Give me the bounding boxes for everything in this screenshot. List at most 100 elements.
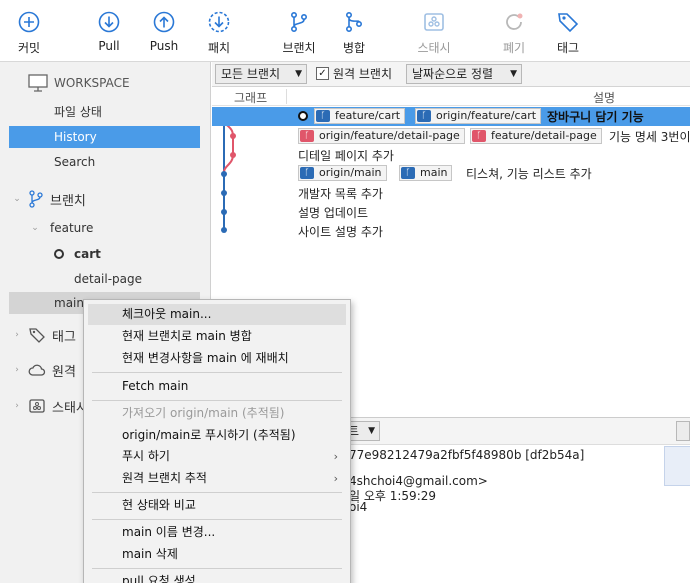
branch-icon: ᚴ — [472, 130, 486, 142]
menu-item-diff[interactable]: 현 상태와 비교 — [88, 495, 346, 516]
current-branch-icon — [54, 249, 64, 259]
remotes-label: 원격 — [52, 364, 76, 380]
branch-icon: ᚴ — [300, 167, 314, 179]
branch-tag[interactable]: ᚴ feature/cart — [314, 108, 406, 124]
chevron-down-icon: ▼ — [510, 69, 517, 79]
commit-row[interactable]: ᚴ feature/cart ᚴ origin/feature/cart 장바구니 … — [212, 107, 690, 126]
branch-icon: ᚴ — [300, 130, 314, 142]
commit-button[interactable]: 커밋 — [4, 10, 54, 56]
push-button[interactable]: Push — [139, 10, 189, 53]
merge-icon — [346, 11, 363, 32]
fetch-icon — [208, 11, 230, 33]
column-divider[interactable] — [286, 89, 287, 104]
commit-row[interactable]: 개발자 목록 추가 — [212, 184, 690, 203]
discard-button[interactable]: 폐기 — [489, 10, 539, 56]
menu-item-pull-tracked[interactable]: 가져오기 origin/main (추적됨) — [88, 403, 346, 424]
stash-button[interactable]: 스태시 — [409, 10, 459, 56]
chevron-right-icon: › — [15, 330, 19, 340]
graph-column-header[interactable]: 그래프 — [234, 89, 267, 106]
commit-row[interactable]: ᚴ origin/main ᚴ main 티스쳐, 기능 리스트 추가 — [212, 164, 690, 183]
sidebar-item-search[interactable]: Search — [0, 151, 211, 173]
tags-label: 태그 — [52, 329, 76, 345]
chevron-right-icon: › — [333, 472, 338, 485]
filter-bar: 모든 브랜치 ▼ ✓ 원격 브랜치 날짜순으로 정렬 ▼ — [212, 62, 690, 87]
sidebar-item-history[interactable]: History — [9, 126, 200, 148]
sidebar-branch-cart[interactable]: cart — [0, 243, 211, 265]
commit-row[interactable]: 사이트 설명 추가 — [212, 222, 690, 241]
branch-icon: ᚴ — [401, 167, 415, 179]
menu-divider — [92, 372, 342, 373]
menu-item-checkout[interactable]: 체크아웃 main... — [88, 304, 346, 325]
menu-item-merge[interactable]: 현재 브랜치로 main 병합 — [88, 326, 346, 347]
remote-branch-tag[interactable]: ᚴ origin/feature/cart — [415, 108, 542, 124]
sidebar-branch-detail-page[interactable]: detail-page — [0, 268, 211, 290]
commit-message: 설명 업데이트 — [298, 206, 369, 220]
detail-page-branch-label: detail-page — [74, 272, 143, 286]
commit-message: 사이트 설명 추가 — [298, 225, 383, 239]
remote-branch-tag[interactable]: ᚴ origin/feature/detail-page — [298, 128, 465, 144]
commit-list-header: 그래프 설명 — [212, 87, 690, 106]
commit-message: 기능 명세 3번이 — [609, 130, 690, 144]
branch-icon: ᚴ — [417, 110, 431, 122]
fetch-label: 패치 — [207, 41, 231, 55]
commit-icon — [18, 11, 40, 33]
tag-label: 태그 — [556, 41, 580, 55]
commit-message: 디테일 페이지 추가 — [298, 149, 394, 163]
commit-row[interactable]: 설명 업데이트 — [212, 203, 690, 222]
merge-button[interactable]: 병합 — [329, 10, 379, 56]
chevron-right-icon: › — [15, 365, 19, 375]
menu-item-rebase[interactable]: 현재 변경사항을 main 에 재배치 — [88, 348, 346, 369]
remote-branch-tag[interactable]: ᚴ origin/main — [298, 165, 387, 181]
feature-folder-label: feature — [50, 221, 94, 235]
chevron-right-icon: › — [15, 401, 19, 411]
sidebar-item-file-status[interactable]: 파일 상태 — [0, 101, 211, 123]
menu-item-rename[interactable]: main 이름 변경... — [88, 522, 346, 543]
branch-context-menu: 체크아웃 main... 현재 브랜치로 main 병합 현재 변경사항을 ma… — [83, 299, 351, 583]
remote-branches-checkbox[interactable]: ✓ 원격 브랜치 — [316, 65, 392, 82]
branch-button[interactable]: 브랜치 — [274, 10, 324, 56]
menu-item-track-remote[interactable]: 원격 브랜치 추적 › — [88, 468, 346, 489]
pull-button[interactable]: Pull — [84, 10, 134, 53]
sort-dropdown[interactable]: 날짜순으로 정렬 ▼ — [406, 64, 522, 84]
commit-message: 개발자 목록 추가 — [298, 187, 383, 201]
commit-row[interactable]: 디테일 페이지 추가 — [212, 146, 690, 165]
push-to-label: 푸시 하기 — [122, 449, 170, 463]
description-column-header[interactable]: 설명 — [593, 89, 615, 106]
stash-icon — [424, 13, 444, 31]
sidebar-group-branches[interactable]: ⌄ 브랜치 — [0, 188, 211, 210]
commit-message: 장바구니 담기 기능 — [547, 110, 644, 124]
menu-item-fetch[interactable]: Fetch main — [88, 376, 346, 397]
sort-value: 날짜순으로 정렬 — [412, 67, 494, 81]
chevron-right-icon: › — [333, 450, 338, 463]
commit-row[interactable]: ᚴ origin/feature/detail-page ᚴ feature/det… — [212, 127, 690, 146]
avatar — [664, 446, 690, 486]
merge-label: 병합 — [342, 41, 366, 55]
menu-item-delete[interactable]: main 삭제 — [88, 544, 346, 565]
sidebar-folder-feature[interactable]: ⌄ feature — [0, 217, 211, 239]
menu-item-push-tracked[interactable]: origin/main로 푸시하기 (추적됨) — [88, 425, 346, 446]
menu-item-pull-request[interactable]: pull 요청 생성... — [88, 571, 346, 583]
panel-toggle-button[interactable] — [676, 421, 690, 441]
branch-tag[interactable]: ᚴ main — [399, 165, 453, 181]
main-branch-label: main — [54, 296, 84, 310]
commit-message: 티스쳐, 기능 리스트 추가 — [466, 167, 592, 181]
fetch-button[interactable]: 패치 — [194, 10, 244, 56]
discard-label: 폐기 — [502, 41, 526, 55]
menu-item-push-to[interactable]: 푸시 하기 › — [88, 446, 346, 467]
pull-label: Pull — [98, 39, 120, 53]
checkmark-icon: ✓ — [316, 67, 329, 80]
pull-icon — [98, 11, 120, 33]
branch-tag[interactable]: ᚴ feature/detail-page — [470, 128, 602, 144]
branch-filter-dropdown[interactable]: 모든 브랜치 ▼ — [215, 64, 307, 84]
tag-button[interactable]: 태그 — [543, 10, 593, 56]
menu-divider — [92, 519, 342, 520]
menu-divider — [92, 400, 342, 401]
cloud-icon — [28, 364, 46, 376]
workspace-label: WORKSPACE — [54, 76, 130, 90]
remote-branches-label: 원격 브랜치 — [333, 67, 393, 81]
cart-branch-label: cart — [74, 247, 101, 261]
branch-icon: ᚴ — [316, 110, 330, 122]
chevron-down-icon: ▼ — [295, 69, 302, 79]
chevron-down-icon: ⌄ — [13, 194, 21, 204]
tag-icon — [29, 328, 45, 343]
